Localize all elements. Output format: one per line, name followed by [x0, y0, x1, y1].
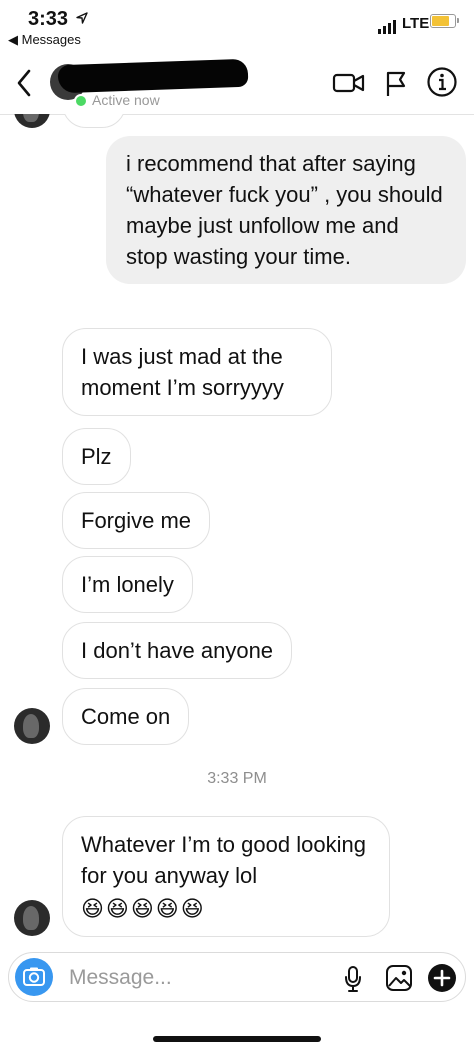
redacted-username: [57, 58, 249, 94]
contact-message-avatar[interactable]: [14, 708, 50, 744]
message-bubble-outgoing[interactable]: i recommend that after saying “whatever …: [106, 136, 466, 284]
message-bubble-incoming[interactable]: I was just mad at the moment I’m sorryyy…: [62, 328, 332, 416]
message-bubble-incoming[interactable]: Come on: [62, 688, 190, 745]
message-bubble-incoming[interactable]: Plz: [62, 428, 131, 485]
conversation-header: Active now: [0, 52, 474, 115]
message-input[interactable]: [67, 963, 321, 993]
message-bubble-cutoff: [62, 114, 126, 128]
online-status-dot: [74, 94, 88, 108]
back-chevron-icon[interactable]: [12, 66, 38, 100]
gallery-icon[interactable]: [385, 964, 413, 992]
message-bubble-incoming[interactable]: Forgive me: [62, 492, 211, 549]
laughing-emoji-row: 😆😆😆😆😆: [81, 896, 206, 921]
microphone-icon[interactable]: [343, 965, 363, 993]
info-icon[interactable]: [426, 66, 458, 98]
camera-button[interactable]: [15, 958, 53, 996]
message-thread[interactable]: i recommend that after saying “whatever …: [0, 114, 474, 948]
home-indicator[interactable]: [153, 1036, 321, 1042]
contact-message-avatar[interactable]: [14, 900, 50, 936]
location-arrow-icon: [75, 12, 88, 24]
flag-icon[interactable]: [384, 70, 408, 98]
message-text: Whatever I’m to good looking for you any…: [81, 832, 366, 888]
battery-icon: [430, 14, 459, 28]
status-time: 3:33: [28, 8, 88, 31]
message-bubble-incoming[interactable]: I don’t have anyone: [62, 622, 293, 679]
message-composer: [8, 952, 466, 1002]
network-label: LTE: [402, 15, 430, 32]
status-bar: 3:33 ◀ Messages LTE: [0, 0, 474, 50]
signal-bars-icon: [378, 20, 396, 34]
message-bubble-incoming[interactable]: Whatever I’m to good looking for you any…: [62, 816, 390, 937]
contact-message-avatar[interactable]: [14, 114, 50, 128]
message-timestamp: 3:33 PM: [207, 770, 267, 787]
active-status-label: Active now: [92, 92, 160, 108]
camera-icon: [23, 967, 45, 986]
plus-icon[interactable]: [427, 963, 457, 993]
message-bubble-incoming[interactable]: I’m lonely: [62, 556, 193, 613]
video-call-icon[interactable]: [332, 70, 366, 96]
back-to-messages-link[interactable]: ◀ Messages: [8, 32, 81, 48]
